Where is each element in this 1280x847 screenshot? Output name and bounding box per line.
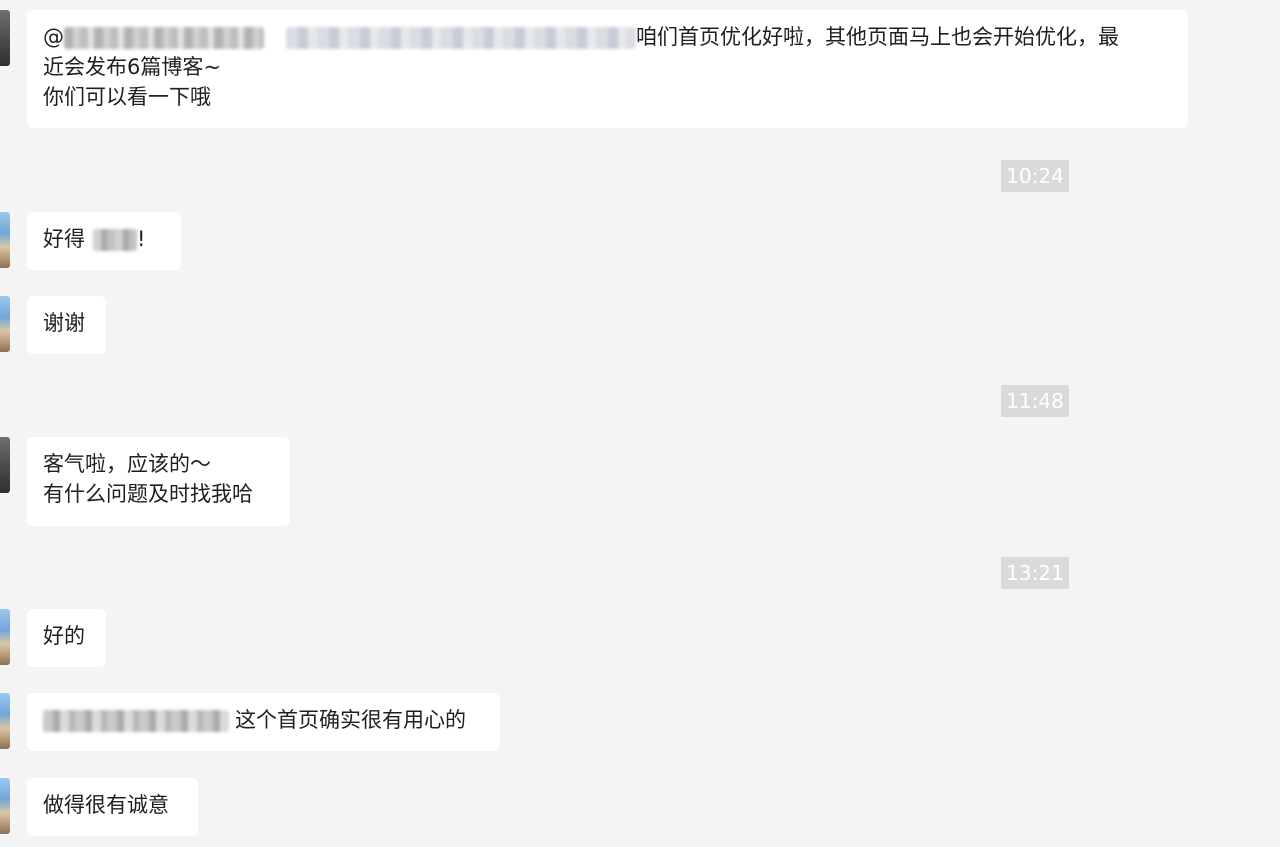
message-bubble[interactable]: 好得!: [27, 212, 181, 270]
message-text: 好的: [43, 624, 85, 648]
timestamp: 11:48: [1001, 385, 1069, 417]
message-line: 近会发布6篇博客~: [43, 55, 221, 79]
avatar[interactable]: [0, 437, 10, 493]
message-text: !: [137, 227, 146, 251]
avatar[interactable]: [0, 693, 10, 749]
message-text: 谢谢: [43, 311, 85, 335]
message-bubble[interactable]: 客气啦，应该的～ 有什么问题及时找我哈: [27, 437, 290, 526]
message-bubble[interactable]: 好的: [27, 609, 106, 667]
redacted-text: [43, 710, 229, 732]
message-text: 咱们首页优化好啦，其他页面马上也会开始优化，最: [636, 25, 1119, 49]
message-text: 这个首页确实很有用心的: [235, 708, 466, 732]
avatar[interactable]: [0, 296, 10, 352]
avatar[interactable]: [0, 778, 10, 834]
message-bubble[interactable]: 做得很有诚意: [27, 778, 198, 836]
message-text: 好得: [43, 227, 85, 251]
redacted-text: [93, 229, 137, 251]
message-bubble[interactable]: 这个首页确实很有用心的: [27, 693, 500, 751]
timestamp: 10:24: [1001, 160, 1069, 192]
message-line: 客气啦，应该的～: [43, 452, 211, 476]
avatar[interactable]: [0, 609, 10, 665]
mention-symbol: @: [43, 25, 64, 49]
message-line: 有什么问题及时找我哈: [43, 482, 253, 506]
redacted-text: [64, 27, 264, 49]
timestamp: 13:21: [1001, 557, 1069, 589]
message-line: @ 咱们首页优化好啦，其他页面马上也会开始优化，最: [43, 22, 1172, 52]
avatar[interactable]: [0, 212, 10, 268]
redacted-text: [286, 27, 636, 49]
avatar[interactable]: [0, 10, 10, 66]
message-bubble[interactable]: 谢谢: [27, 296, 106, 354]
message-text: 做得很有诚意: [43, 793, 169, 817]
message-bubble[interactable]: @ 咱们首页优化好啦，其他页面马上也会开始优化，最 近会发布6篇博客~ 你们可以看…: [27, 10, 1188, 128]
message-line: 你们可以看一下哦: [43, 85, 211, 109]
